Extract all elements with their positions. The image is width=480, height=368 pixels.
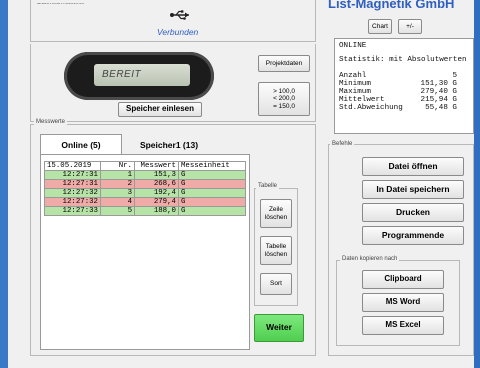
delete-row-button[interactable]: Zeile löschen	[260, 199, 292, 228]
row-unit: G	[178, 170, 246, 180]
statistics-box: ONLINE Statistik: mit Absolutwerten Anza…	[334, 38, 474, 134]
statistics-title: Statistik: mit Absolutwerten	[339, 56, 467, 64]
company-title: List-Magnetik GmbH	[328, 0, 455, 11]
project-data-button[interactable]: Projektdaten	[258, 55, 310, 72]
col-date: 15.05.2019	[44, 161, 101, 171]
row-time: 12:27:33	[44, 206, 101, 216]
tab-online[interactable]: Online (5)	[40, 134, 122, 154]
row-time: 12:27:32	[44, 197, 101, 207]
col-nr: Nr.	[100, 161, 135, 171]
connection-panel: Datenschnittstelle Verbunden	[30, 0, 316, 42]
stat-row: Anzahl 5	[339, 72, 469, 80]
exit-button[interactable]: Programmende	[362, 226, 464, 245]
row-unit: G	[178, 179, 246, 189]
row-nr: 4	[100, 197, 135, 207]
limit-upper: > 100,0	[273, 88, 295, 96]
measurements-group-label: Messwerte	[34, 119, 68, 125]
limit-lower: < 200,0	[273, 95, 295, 103]
measurements-list[interactable]: 15.05.2019 Nr. Messwert Messeinheit 12:2…	[40, 154, 250, 350]
table-tools-label: Tabelle	[256, 183, 280, 189]
chart-button[interactable]: Chart	[368, 19, 392, 34]
export-group-label: Daten kopieren nach	[340, 256, 400, 262]
stat-label: Mittelwert	[339, 96, 385, 104]
stat-row: Maximum 279,40 G	[339, 88, 469, 96]
device-state: BEREIT	[102, 69, 142, 80]
tab-speicher1[interactable]: Speicher1 (13)	[124, 136, 214, 154]
table-row[interactable]: 12:27:32 4 279,4 G	[44, 197, 246, 207]
col-value: Messwert	[134, 161, 179, 171]
col-unit: Messeinheit	[178, 161, 246, 171]
row-nr: 2	[100, 179, 135, 189]
ms-excel-button[interactable]: MS Excel	[362, 316, 444, 335]
row-value: 188,0	[134, 206, 179, 216]
row-value: 279,4	[134, 197, 179, 207]
row-value: 151,3	[134, 170, 179, 180]
clipboard-button[interactable]: Clipboard	[362, 270, 444, 289]
stat-value: 279,40 G	[420, 88, 457, 96]
table-header: 15.05.2019 Nr. Messwert Messeinheit	[44, 161, 246, 171]
measurements-table: 15.05.2019 Nr. Messwert Messeinheit 12:2…	[44, 161, 246, 216]
sort-button[interactable]: Sort	[260, 273, 292, 295]
table-row[interactable]: 12:27:32 3 192,4 G	[44, 188, 246, 198]
interface-label: Datenschnittstelle	[37, 0, 85, 6]
stat-label: Anzahl	[339, 72, 367, 80]
row-unit: G	[178, 197, 246, 207]
stat-value: 151,30 G	[420, 80, 457, 88]
stat-row: Minimum 151,30 G	[339, 80, 469, 88]
print-button[interactable]: Drucken	[362, 203, 464, 222]
ms-word-button[interactable]: MS Word	[362, 293, 444, 312]
table-row[interactable]: 12:27:31 1 151,3 G	[44, 170, 246, 180]
window-right-edge	[474, 0, 480, 368]
row-nr: 3	[100, 188, 135, 198]
tab-speicher1-label: Speicher1 (13)	[139, 140, 199, 150]
row-value: 268,6	[134, 179, 179, 189]
table-row[interactable]: 12:27:31 2 268,6 G	[44, 179, 246, 189]
stat-value: 55,48 G	[425, 104, 457, 112]
table-row[interactable]: 12:27:33 5 188,0 G	[44, 206, 246, 216]
device-display: BEREIT	[64, 52, 214, 100]
commands-group-label: Befehle	[330, 141, 355, 147]
open-file-button[interactable]: Datei öffnen	[362, 157, 464, 176]
read-memory-button[interactable]: Speicher einlesen	[118, 102, 202, 117]
stat-value: 215,94 G	[420, 96, 457, 104]
row-time: 12:27:31	[44, 179, 101, 189]
row-nr: 5	[100, 206, 135, 216]
row-unit: G	[178, 206, 246, 216]
usb-icon	[169, 9, 191, 21]
stat-label: Std.Abweichung	[339, 104, 403, 112]
row-value: 192,4	[134, 188, 179, 198]
next-button[interactable]: Weiter	[254, 314, 304, 342]
row-unit: G	[178, 188, 246, 198]
stat-value: 5	[452, 72, 457, 80]
delete-table-button[interactable]: Tabelle löschen	[260, 236, 292, 265]
stat-label: Minimum	[339, 80, 371, 88]
tab-online-label: Online (5)	[61, 139, 101, 150]
stat-row: Std.Abweichung 55,48 G	[339, 104, 469, 112]
row-nr: 1	[100, 170, 135, 180]
connection-status: Verbunden	[157, 27, 199, 37]
stat-row: Mittelwert 215,94 G	[339, 96, 469, 104]
row-time: 12:27:31	[44, 170, 101, 180]
stat-label: Maximum	[339, 88, 371, 96]
save-to-file-button[interactable]: In Datei speichern	[362, 180, 464, 199]
limit-nominal: = 150,0	[273, 102, 295, 110]
plusminus-button[interactable]: +/-	[398, 19, 422, 34]
row-time: 12:27:32	[44, 188, 101, 198]
limits-button[interactable]: > 100,0 < 200,0 = 150,0	[258, 82, 310, 116]
online-status: ONLINE	[339, 42, 367, 50]
device-screen: BEREIT	[94, 64, 190, 86]
window-left-edge	[0, 0, 8, 368]
